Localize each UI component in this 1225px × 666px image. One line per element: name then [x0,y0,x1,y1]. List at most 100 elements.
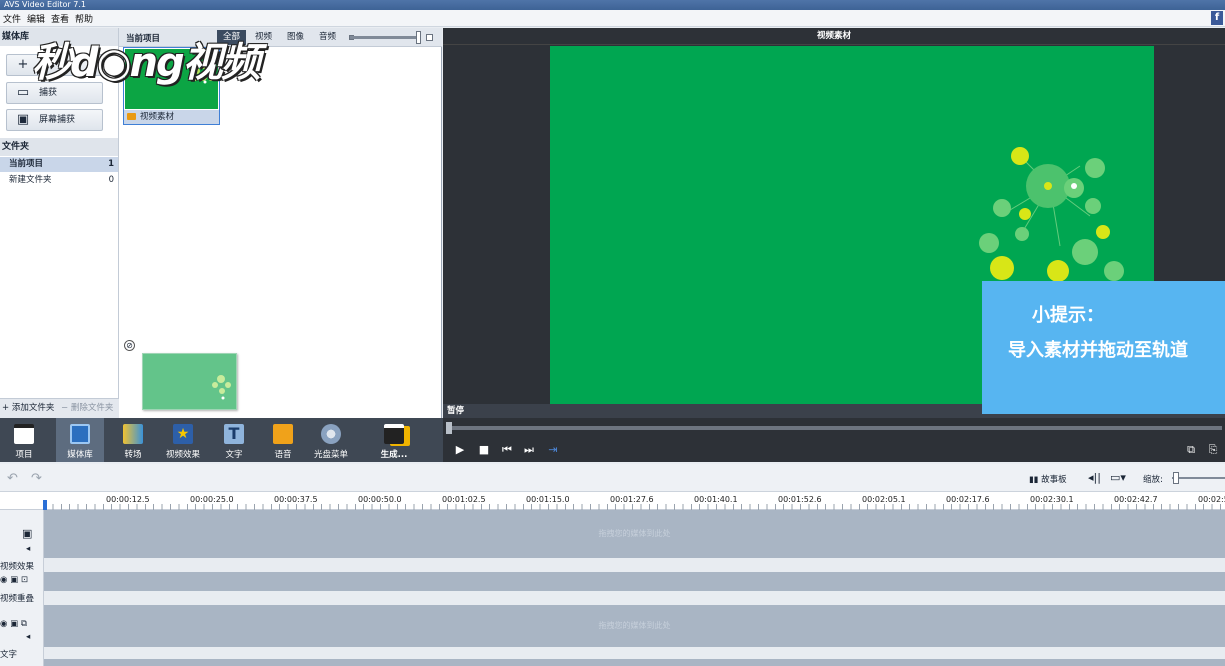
track-lock-icons[interactable]: ◉ ▣ ⊡ [0,575,28,585]
tick-label: 00:01:40.1 [694,495,738,504]
delete-folder-button[interactable]: − 删除文件夹 [57,403,113,413]
detach-preview-icon[interactable]: ⧉ [1185,444,1197,456]
playhead[interactable] [43,500,47,510]
folder-count: 1 [108,159,114,169]
preview-title: 视频素材 [443,28,1225,45]
transition-button[interactable]: 转场 [109,418,157,462]
track-lock-icons[interactable]: ◉ ▣ ⧉ [0,619,27,629]
tick-label: 00:02:05.1 [862,495,906,504]
media-library-button[interactable]: 媒体库 [56,418,104,462]
tick-label: 00:02:30.1 [1030,495,1074,504]
screen-capture-button[interactable]: ▣ 屏幕捕获 [6,109,103,131]
audio-mixer-icon[interactable]: ◂|| [1088,471,1101,484]
text-track[interactable] [44,659,1225,666]
folder-row[interactable]: 新建文件夹 0 [0,173,118,188]
clapperboard-icon [14,424,34,444]
tab-image[interactable]: 图像 [281,30,310,45]
voice-icon [273,424,293,444]
zoom-large-icon[interactable] [426,34,433,41]
snapshot-icon[interactable]: ⎘ [1207,444,1219,456]
stop-icon[interactable]: ■ [478,444,490,456]
mute-icon[interactable]: ◂ [26,544,30,554]
timeline-zoom-slider[interactable] [1172,477,1225,479]
video-effect-button[interactable]: ★ 视频效果 [159,418,207,462]
slider-handle[interactable] [416,31,421,44]
track-headers: ▣ ◂ 视频效果 ◉ ▣ ⊡ 视频重叠 ◉ ▣ ⧉ ◂ 文字 [0,510,44,666]
add-folder-button[interactable]: + 添加文件夹 [0,403,54,413]
next-frame-icon[interactable]: ⏭ [523,444,535,456]
undo-icon[interactable]: ↶ [7,471,18,486]
storyboard-button[interactable]: ▮▮ 故事板 [1029,473,1067,485]
screen-capture-label: 屏幕捕获 [39,115,76,125]
tick-label: 00:00:25.0 [190,495,234,504]
tip-overlay: 小提示： 导入素材并拖动至轨道 [982,281,1225,414]
folder-footer: + 添加文件夹 − 删除文件夹 [0,398,119,418]
disc-menu-icon [321,424,341,444]
menu-edit[interactable]: 编辑 [24,10,48,27]
folders-header: 文件夹 [0,138,118,156]
playback-controls: ▶ ■ ⏮ ⏭ ⇥ ⧉ ⎘ [443,418,1225,462]
drop-hint: 拖拽您的媒体到此处 [598,529,671,538]
folder-row[interactable]: 当前项目 1 [0,157,118,172]
tick-label: 00:01:02.5 [442,495,486,504]
main-toolbar: 项目 媒体库 转场 ★ 视频效果 T 文字 语音 光盘菜单 生成... [0,418,443,462]
text-track-label: 文字 [0,650,18,660]
tick-label: 00:02:17.6 [946,495,990,504]
play-icon[interactable]: ▶ [454,444,466,456]
folder-name: 当前项目 [9,159,44,169]
mute-icon[interactable]: ◂ [26,632,30,642]
transition-icon [123,424,143,444]
overlay-track[interactable]: 拖拽您的媒体到此处 [44,605,1225,647]
folder-name: 新建文件夹 [9,175,52,185]
tick-label: 00:00:50.0 [358,495,402,504]
film-icon: ▣ [22,527,33,540]
tick-label: 00:01:27.6 [610,495,654,504]
effects-track-header [44,558,1225,572]
zoom-handle[interactable] [1173,472,1179,484]
title-bar: AVS Video Editor 7.1 [0,0,1225,10]
time-ruler[interactable]: 00:00:12.5 00:00:25.0 00:00:37.5 00:00:5… [0,492,1225,510]
video-track[interactable]: 拖拽您的媒体到此处 [44,510,1225,558]
menu-view[interactable]: 查看 [48,10,72,27]
plus-icon: + [17,57,29,72]
tip-title: 小提示： [1032,305,1104,326]
redo-icon[interactable]: ↷ [31,471,42,486]
drop-hint: 拖拽您的媒体到此处 [598,621,671,630]
text-track-header [44,647,1225,659]
text-button[interactable]: T 文字 [210,418,258,462]
app-title: AVS Video Editor 7.1 [4,0,86,9]
seek-bar[interactable] [448,426,1222,430]
menu-help[interactable]: 帮助 [72,10,96,27]
camera-icon: ▭ [16,85,30,100]
thumbnail-size-slider[interactable] [350,36,420,39]
media-library-icon [70,424,90,444]
tip-text: 导入素材并拖动至轨道 [1008,340,1188,361]
tick-label: 00:02:42.7 [1114,495,1158,504]
previous-frame-icon[interactable]: ⏮ [501,444,513,456]
produce-button[interactable]: 生成... [370,418,418,462]
seek-handle[interactable] [446,422,452,434]
tick-label: 00:01:15.0 [526,495,570,504]
tick-label: 00:02:5 [1198,495,1225,504]
watermark-logo: 秒d◉ng视频 [32,40,261,86]
fullscreen-toggle-icon[interactable]: ⇥ [547,444,559,456]
facebook-icon[interactable]: f [1211,11,1223,25]
overlay-track-label: 视频重叠 [0,594,35,604]
folder-count: 0 [108,175,114,185]
display-options-icon[interactable]: ▭▾ [1110,471,1126,484]
project-button[interactable]: 项目 [0,418,48,462]
voice-button[interactable]: 语音 [259,418,307,462]
video-icon [127,113,136,120]
effects-track[interactable] [44,572,1225,591]
tick-label: 00:01:52.6 [778,495,822,504]
disc-menu-button[interactable]: 光盘菜单 [307,418,355,462]
effects-track-label: 视频效果 [0,562,35,572]
tick-label: 00:00:12.5 [106,495,150,504]
timeline-toolbar: ↶ ↷ ▮▮ 故事板 ◂|| ▭▾ 缩放: [0,464,1225,492]
menu-file[interactable]: 文件 [0,10,24,27]
menu-bar: 文件 编辑 查看 帮助 f [0,10,1225,27]
video-effect-icon: ★ [173,424,193,444]
tick-label: 00:00:37.5 [274,495,318,504]
overlay-track-header [44,591,1225,605]
tab-audio[interactable]: 音频 [313,30,342,45]
